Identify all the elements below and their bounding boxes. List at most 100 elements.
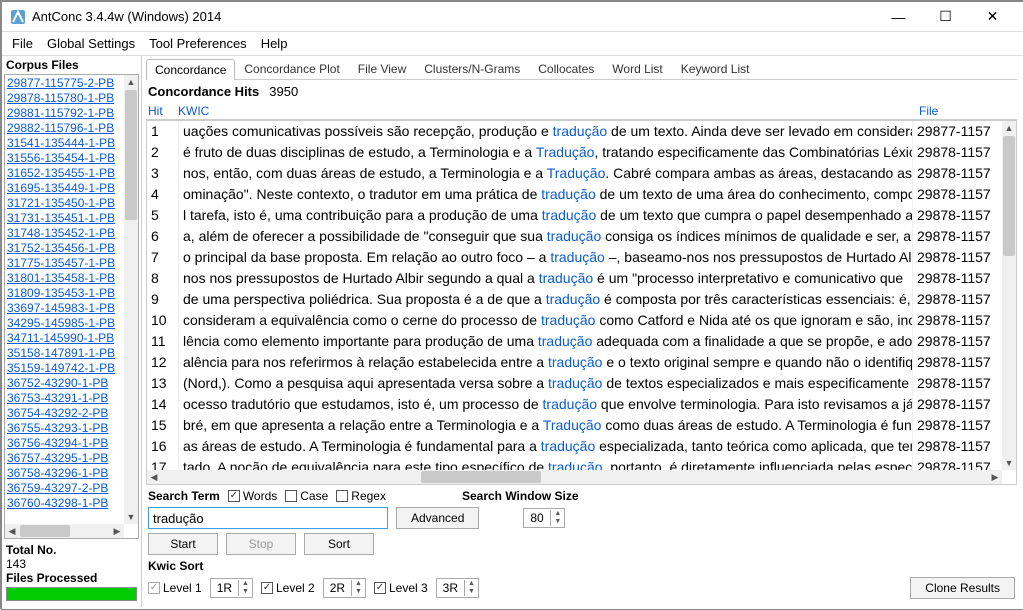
close-button[interactable]: ✕ [970,3,1015,31]
menu-global-settings[interactable]: Global Settings [47,36,135,51]
file-name: 29878-1157 [912,226,1002,247]
tab-concordance[interactable]: Concordance [146,59,235,80]
hit-number: 4 [147,184,179,205]
stop-button[interactable]: Stop [226,533,296,555]
kwic-line: lência como elemento importante para pro… [179,331,912,352]
level1-spin[interactable]: 1R▲▼ [210,578,253,598]
col-hit[interactable]: Hit [148,104,178,118]
corpus-file-item[interactable]: 29877-115775-2-PB [7,76,122,91]
corpus-file-item[interactable]: 31556-135454-1-PB [7,151,122,166]
corpus-file-item[interactable]: 34711-145990-1-PB [7,331,122,346]
corpus-hscroll[interactable]: ◀▶ [5,524,124,538]
file-name: 29877-1157 [912,121,1002,142]
corpus-file-item[interactable]: 34295-145985-1-PB [7,316,122,331]
corpus-file-item[interactable]: 36754-43292-2-PB [7,406,122,421]
results-vscroll[interactable]: ▲▼ [1002,121,1016,470]
concordance-row[interactable]: 11lência como elemento importante para p… [147,331,1002,352]
menu-help[interactable]: Help [261,36,288,51]
corpus-file-item[interactable]: 29882-115796-1-PB [7,121,122,136]
start-button[interactable]: Start [148,533,218,555]
corpus-file-item[interactable]: 33697-145983-1-PB [7,301,122,316]
level3-checkbox[interactable]: Level 3 [374,581,428,595]
tab-file-view[interactable]: File View [349,58,415,79]
corpus-file-item[interactable]: 31775-135457-1-PB [7,256,122,271]
corpus-file-item[interactable]: 36755-43293-1-PB [7,421,122,436]
results-hscroll[interactable]: ◀▶ [147,470,1002,484]
minimize-button[interactable]: — [876,3,921,31]
concordance-row[interactable]: 13(Nord,). Como a pesquisa aqui apresent… [147,373,1002,394]
corpus-file-item[interactable]: 31541-135444-1-PB [7,136,122,151]
regex-checkbox[interactable]: Regex [336,489,386,503]
concordance-row[interactable]: 2é fruto de duas disciplinas de estudo, … [147,142,1002,163]
total-no-value: 143 [6,557,137,571]
corpus-file-item[interactable]: 35158-147891-1-PB [7,346,122,361]
corpus-file-item[interactable]: 36752-43290-1-PB [7,376,122,391]
col-file[interactable]: File [919,104,999,118]
corpus-file-item[interactable]: 31801-135458-1-PB [7,271,122,286]
corpus-file-item[interactable]: 36759-43297-2-PB [7,481,122,496]
hit-number: 10 [147,310,179,331]
tab-keyword-list[interactable]: Keyword List [672,58,759,79]
tab-concordance-plot[interactable]: Concordance Plot [235,58,348,79]
file-name: 29878-1157 [912,457,1002,470]
corpus-file-item[interactable]: 36756-43294-1-PB [7,436,122,451]
corpus-file-item[interactable]: 31809-135453-1-PB [7,286,122,301]
concordance-row[interactable]: 1uações comunicativas possíveis são rece… [147,121,1002,142]
search-input[interactable] [148,507,388,529]
corpus-vscroll[interactable]: ▲▼ [124,75,138,524]
concordance-row[interactable]: 15bré, em que apresenta a relação entre … [147,415,1002,436]
hit-number: 8 [147,268,179,289]
hit-number: 16 [147,436,179,457]
total-no-label: Total No. [6,543,137,557]
concordance-row[interactable]: 16as áreas de estudo. A Terminologia é f… [147,436,1002,457]
concordance-row[interactable]: 8nos nos pressupostos de Hurtado Albir s… [147,268,1002,289]
clone-results-button[interactable]: Clone Results [910,577,1015,599]
tab-collocates[interactable]: Collocates [529,58,603,79]
sort-button[interactable]: Sort [304,533,374,555]
corpus-file-item[interactable]: 36757-43295-1-PB [7,451,122,466]
concordance-row[interactable]: 3nos, então, com duas áreas de estudo, a… [147,163,1002,184]
corpus-file-item[interactable]: 31748-135452-1-PB [7,226,122,241]
corpus-file-item[interactable]: 31695-135449-1-PB [7,181,122,196]
hit-number: 6 [147,226,179,247]
corpus-file-item[interactable]: 31752-135456-1-PB [7,241,122,256]
corpus-file-item[interactable]: 36760-43298-1-PB [7,496,122,511]
corpus-file-item[interactable]: 36758-43296-1-PB [7,466,122,481]
search-window-size-spin[interactable]: 80▲▼ [523,508,565,528]
concordance-row[interactable]: 4ominação". Neste contexto, o tradutor e… [147,184,1002,205]
concordance-row[interactable]: 9de uma perspectiva poliédrica. Sua prop… [147,289,1002,310]
level2-spin[interactable]: 2R▲▼ [323,578,366,598]
menu-file[interactable]: File [12,36,33,51]
level3-spin[interactable]: 3R▲▼ [436,578,479,598]
corpus-file-list[interactable]: 29877-115775-2-PB29878-115780-1-PB29881-… [4,74,139,539]
corpus-file-item[interactable]: 31721-135450-1-PB [7,196,122,211]
concordance-row[interactable]: 5l tarefa, isto é, uma contribuição para… [147,205,1002,226]
kwic-line: consideram a equivalência como o cerne d… [179,310,912,331]
level1-checkbox[interactable]: Level 1 [148,581,202,595]
file-name: 29878-1157 [912,415,1002,436]
tab-clusters-n-grams[interactable]: Clusters/N-Grams [415,58,529,79]
corpus-file-item[interactable]: 31652-135455-1-PB [7,166,122,181]
col-kwic[interactable]: KWIC [178,104,919,118]
corpus-file-item[interactable]: 36753-43291-1-PB [7,391,122,406]
menu-tool-preferences[interactable]: Tool Preferences [149,36,247,51]
corpus-file-item[interactable]: 35159-149742-1-PB [7,361,122,376]
concordance-row[interactable]: 17tado. A noção de equivalência para est… [147,457,1002,470]
concordance-row[interactable]: 14ocesso tradutório que estudamos, isto … [147,394,1002,415]
corpus-file-item[interactable]: 31731-135451-1-PB [7,211,122,226]
hit-number: 9 [147,289,179,310]
concordance-row[interactable]: 10consideram a equivalência como o cerne… [147,310,1002,331]
file-name: 29878-1157 [912,289,1002,310]
level2-checkbox[interactable]: Level 2 [261,581,315,595]
concordance-row[interactable]: 6a, além de oferecer a possibilidade de … [147,226,1002,247]
case-checkbox[interactable]: Case [285,489,328,503]
bottom-controls: Search Term Words Case Regex Search Wind… [146,485,1017,605]
maximize-button[interactable]: ☐ [923,3,968,31]
words-checkbox[interactable]: Words [228,489,277,503]
advanced-button[interactable]: Advanced [396,507,479,529]
concordance-row[interactable]: 12alência para nos referirmos à relação … [147,352,1002,373]
tab-word-list[interactable]: Word List [603,58,671,79]
concordance-row[interactable]: 7o principal da base proposta. Em relaçã… [147,247,1002,268]
corpus-file-item[interactable]: 29881-115792-1-PB [7,106,122,121]
corpus-file-item[interactable]: 29878-115780-1-PB [7,91,122,106]
